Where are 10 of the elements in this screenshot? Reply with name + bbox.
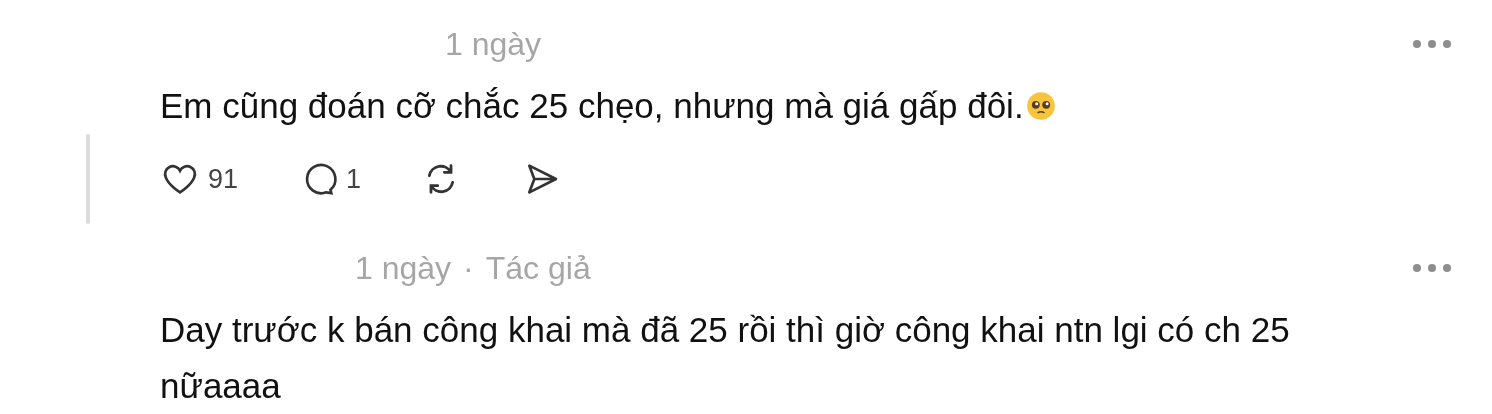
separator-dot: · — [463, 249, 474, 287]
comment-time: 1 ngày — [355, 249, 452, 287]
reply-button[interactable]: 1 — [298, 159, 362, 199]
more-options-icon[interactable] — [1412, 263, 1452, 273]
author-label: Tác giả — [485, 249, 591, 287]
like-button[interactable]: 91 — [160, 159, 239, 199]
comment-text: Em cũng đoán cỡ chắc 25 chẹo, nhưng mà giá gấp đôi. — [160, 86, 1024, 125]
comment-time: 1 ngày — [445, 25, 542, 63]
comment-text: Day trước k bán công khai mà đã 25 rồi thì giờ công khai ntn lgi có ch 25 nữaaaa — [160, 310, 1290, 405]
more-options-icon[interactable] — [1412, 39, 1452, 49]
